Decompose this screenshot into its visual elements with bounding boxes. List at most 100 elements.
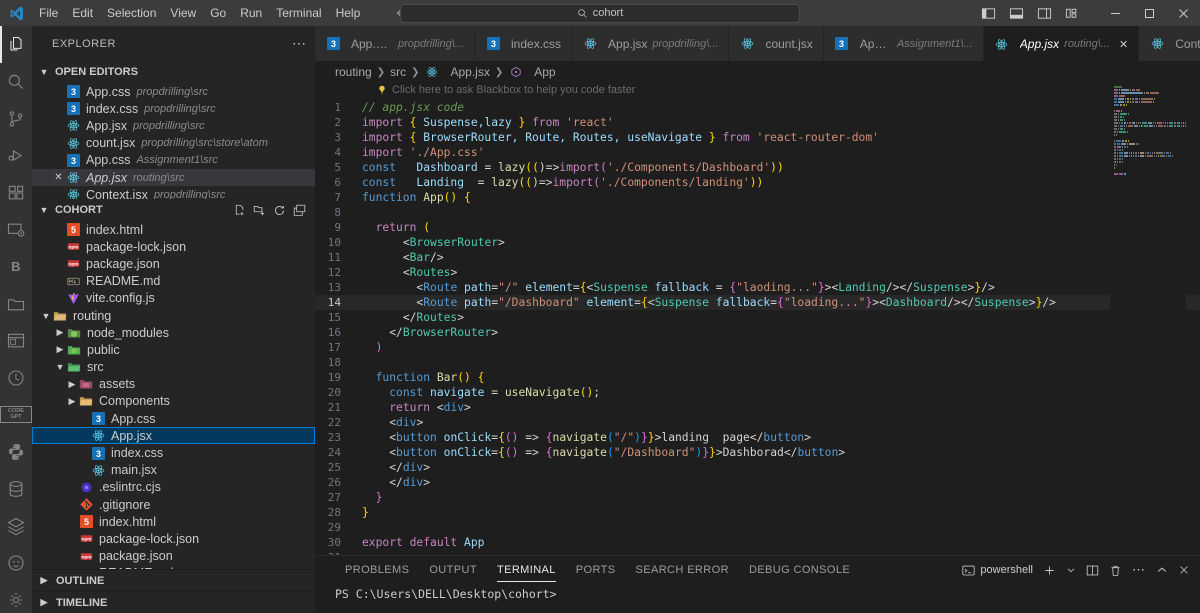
code-line[interactable]: 28}	[315, 505, 1200, 520]
new-file-icon[interactable]	[233, 204, 246, 217]
activitybar-item-source-control[interactable]	[0, 100, 32, 137]
tree-item-package-lock-json[interactable]: npm package-lock.json	[32, 238, 315, 255]
menu-selection[interactable]: Selection	[100, 3, 163, 23]
code-line[interactable]: 3 import { BrowserRouter, Route, Routes, …	[315, 130, 1200, 145]
code-line[interactable]: 2 import { Suspense,lazy } from 'react'	[315, 115, 1200, 130]
tree-item-vite-config-js[interactable]: vite.config.js	[32, 290, 315, 307]
tab-count-jsx[interactable]: count.jsx	[729, 26, 824, 61]
code-line[interactable]: 15 </Routes>	[315, 310, 1200, 325]
tree-item-public[interactable]: ▶ public	[32, 341, 315, 358]
tree-item-index-html-2[interactable]: 5 index.html	[32, 513, 315, 530]
section-workspace[interactable]: ▼ COHORT	[32, 199, 315, 221]
section-timeline[interactable]: ▶ TIMELINE	[32, 591, 315, 613]
tab-ports[interactable]: PORTS	[566, 556, 626, 584]
more-actions-icon[interactable]: ⋯	[1132, 562, 1146, 578]
code-line[interactable]: 6 const Landing = lazy(()=>import('./Comp…	[315, 175, 1200, 190]
terminal-shell-selector[interactable]: powershell	[962, 564, 1033, 577]
tree-item-gitignore[interactable]: .gitignore	[32, 496, 315, 513]
activitybar-item-settings[interactable]	[0, 581, 32, 613]
chevron-right-icon[interactable]: ▶	[66, 379, 78, 390]
tree-item-components[interactable]: ▶ Components	[32, 393, 315, 410]
ellipsis-icon[interactable]: ⋯	[292, 35, 307, 52]
terminal-dropdown-icon[interactable]	[1066, 565, 1076, 575]
activitybar-item-timeline-clock[interactable]	[0, 359, 32, 396]
tree-item-package-json[interactable]: npm package.json	[32, 255, 315, 272]
tab-problems[interactable]: PROBLEMS	[335, 556, 419, 584]
code-line[interactable]: 25 </div>	[315, 460, 1200, 475]
menu-run[interactable]: Run	[233, 3, 269, 23]
activitybar-item-layers[interactable]	[0, 507, 32, 544]
tab-context-jsx[interactable]: Context.jsx	[1139, 26, 1200, 61]
toggle-secondary-sidebar-icon[interactable]	[1037, 6, 1052, 21]
code-line[interactable]: 5 const Dashboard = lazy(()=>import('./Co…	[315, 160, 1200, 175]
collapse-all-icon[interactable]	[293, 204, 306, 217]
tree-item-main-jsx[interactable]: main.jsx	[32, 462, 315, 479]
toggle-panel-icon[interactable]	[1009, 6, 1024, 21]
tree-item-app-jsx[interactable]: App.jsx	[32, 427, 315, 445]
code-line[interactable]: 7 function App() {	[315, 190, 1200, 205]
activitybar-item-run-and-debug[interactable]	[0, 137, 32, 174]
menu-terminal[interactable]: Terminal	[269, 3, 328, 23]
code-line[interactable]: 20 const navigate = useNavigate();	[315, 385, 1200, 400]
close-icon[interactable]	[1166, 0, 1200, 26]
list-item[interactable]: 3 index.css propdrilling\src	[32, 100, 315, 117]
code-line[interactable]: 27 }	[315, 490, 1200, 505]
tree-item-app-css[interactable]: 3 App.css	[32, 410, 315, 427]
code-line[interactable]: 4 import './App.css'	[315, 145, 1200, 160]
chevron-right-icon[interactable]: ▶	[54, 344, 66, 355]
split-terminal-icon[interactable]	[1086, 564, 1099, 577]
tab-index-css[interactable]: 3 index.css	[475, 26, 573, 61]
code-line[interactable]: 26 </div>	[315, 475, 1200, 490]
refresh-icon[interactable]	[273, 204, 286, 217]
tree-item-index-css[interactable]: 3 index.css	[32, 444, 315, 461]
new-folder-icon[interactable]	[253, 204, 266, 217]
tree-item-routing[interactable]: ▼ routing	[32, 307, 315, 324]
menu-go[interactable]: Go	[203, 3, 233, 23]
minimize-icon[interactable]	[1098, 0, 1132, 26]
editor-scrollbar-vertical[interactable]	[1186, 83, 1200, 555]
code-line[interactable]: 22 <div>	[315, 415, 1200, 430]
maximize-icon[interactable]	[1132, 0, 1166, 26]
tab-app-css-propdrilling[interactable]: 3 App.css propdrilling\...	[315, 26, 475, 61]
tree-item-node-modules[interactable]: ▶ node_modules	[32, 324, 315, 341]
menu-help[interactable]: Help	[329, 3, 368, 23]
search-input[interactable]: cohort	[400, 3, 800, 23]
code-line[interactable]: 30 export default App	[315, 535, 1200, 550]
menu-view[interactable]: View	[163, 3, 203, 23]
code-line[interactable]: 8	[315, 205, 1200, 220]
terminal-output[interactable]: PS C:\Users\DELL\Desktop\cohort>	[315, 584, 1200, 613]
menu-file[interactable]: File	[32, 3, 65, 23]
activitybar-item-account[interactable]	[0, 544, 32, 581]
chevron-down-icon[interactable]: ▼	[40, 311, 52, 321]
minimap[interactable]	[1110, 83, 1186, 555]
chevron-right-icon[interactable]: ▶	[66, 396, 78, 407]
tab-output[interactable]: OUTPUT	[419, 556, 487, 584]
activitybar-item-project-manager[interactable]	[0, 285, 32, 322]
activitybar-item-database[interactable]	[0, 470, 32, 507]
list-item[interactable]: count.jsx propdrilling\src\store\atom	[32, 135, 315, 152]
list-item[interactable]: 3 App.css Assignment1\src	[32, 152, 315, 169]
tree-item-assets[interactable]: ▶ assets	[32, 376, 315, 393]
kill-terminal-icon[interactable]	[1109, 564, 1122, 577]
code-line[interactable]: 13 <Route path="/" element={<Suspense fa…	[315, 280, 1200, 295]
code-line[interactable]: 19 function Bar() {	[315, 370, 1200, 385]
tab-search-error[interactable]: SEARCH ERROR	[626, 556, 739, 584]
tab-app-css-assignment1[interactable]: 3 App.css Assignment1\...	[823, 26, 984, 61]
section-outline[interactable]: ▶ OUTLINE	[32, 569, 315, 591]
code-line[interactable]: 16 </BrowserRouter>	[315, 325, 1200, 340]
tree-item-eslintrc-cjs[interactable]: .eslintrc.cjs	[32, 479, 315, 496]
tab-app-jsx-routing[interactable]: App.jsx routing\... ✕	[983, 26, 1140, 61]
section-open-editors[interactable]: ▼ OPEN EDITORS	[32, 61, 315, 83]
tab-terminal[interactable]: TERMINAL	[487, 556, 566, 584]
code-line[interactable]: 21 return <div>	[315, 400, 1200, 415]
activitybar-item-search[interactable]	[0, 63, 32, 100]
menu-edit[interactable]: Edit	[65, 3, 100, 23]
breadcrumb-item-src[interactable]: src	[390, 65, 406, 79]
close-icon[interactable]: ✕	[1119, 38, 1128, 51]
breadcrumb-item-app-jsx[interactable]: App.jsx	[450, 65, 489, 79]
toggle-primary-sidebar-icon[interactable]	[981, 6, 996, 21]
customize-layout-icon[interactable]	[1065, 6, 1080, 21]
list-item[interactable]: Context.jsx propdrilling\src	[32, 186, 315, 199]
tab-app-jsx-propdrilling[interactable]: App.jsx propdrilling\...	[572, 26, 730, 61]
tree-item-package-json-2[interactable]: npm package.json	[32, 548, 315, 565]
